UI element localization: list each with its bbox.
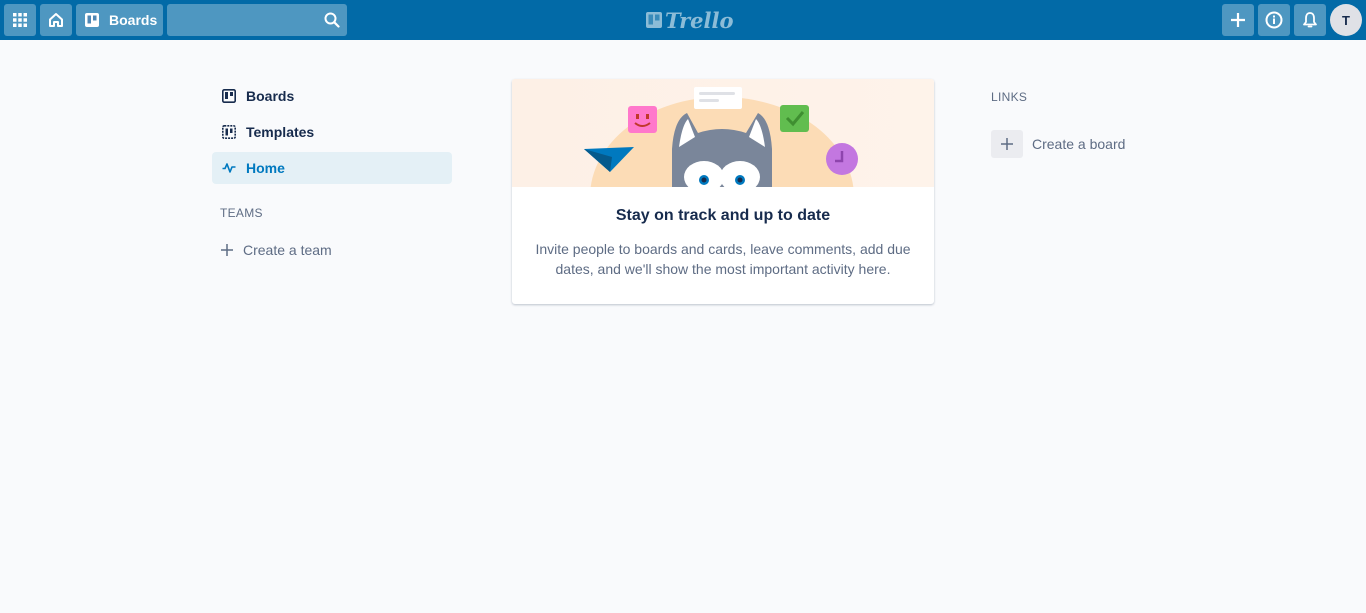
apps-switcher-button[interactable]: [4, 4, 36, 36]
links-heading: LINKS: [991, 90, 1028, 104]
info-icon: [1265, 11, 1283, 29]
plus-icon: [1231, 13, 1245, 27]
search-input[interactable]: [167, 4, 347, 36]
create-button[interactable]: [1222, 4, 1254, 36]
sidebar-item-label: Templates: [246, 124, 315, 140]
activity-icon: [222, 161, 236, 175]
sidebar-item-home[interactable]: Home: [212, 152, 452, 184]
search-icon[interactable]: [324, 12, 340, 33]
create-board-button[interactable]: Create a board: [991, 130, 1125, 158]
create-board-label: Create a board: [1032, 136, 1126, 152]
create-team-button[interactable]: Create a team: [220, 240, 332, 260]
card-description: Invite people to boards and cards, leave…: [535, 241, 911, 277]
sidebar-item-templates[interactable]: Templates: [212, 116, 452, 148]
sidebar-item-label: Home: [246, 160, 285, 176]
home-icon: [49, 13, 63, 27]
card-title: Stay on track and up to date: [615, 207, 831, 224]
boards-button-label: Boards: [109, 12, 158, 28]
teams-heading: TEAMS: [220, 206, 263, 220]
notifications-button[interactable]: [1294, 4, 1326, 36]
app-grid-icon: [13, 13, 27, 27]
trello-logo-icon: [646, 12, 662, 28]
trello-logo[interactable]: Trello: [645, 7, 734, 33]
info-button[interactable]: [1258, 4, 1290, 36]
sidebar-item-label: Boards: [246, 88, 295, 104]
sidebar-item-boards[interactable]: Boards: [212, 80, 452, 112]
bell-icon: [1303, 12, 1317, 28]
plus-icon: [221, 244, 233, 256]
top-header: Boards Trello T: [0, 0, 1366, 40]
boards-button[interactable]: Boards: [76, 4, 163, 36]
create-team-label: Create a team: [243, 242, 332, 258]
templates-icon: [222, 125, 236, 139]
board-icon: [222, 89, 236, 103]
avatar[interactable]: T: [1330, 4, 1362, 36]
husky-illustration: [512, 79, 934, 187]
trello-logo-text: Trello: [665, 7, 734, 33]
plus-icon: [991, 130, 1023, 158]
board-icon: [85, 13, 99, 27]
activity-empty-state-card: Stay on track and up to date Invite peop…: [512, 79, 934, 304]
home-button[interactable]: [40, 4, 72, 36]
